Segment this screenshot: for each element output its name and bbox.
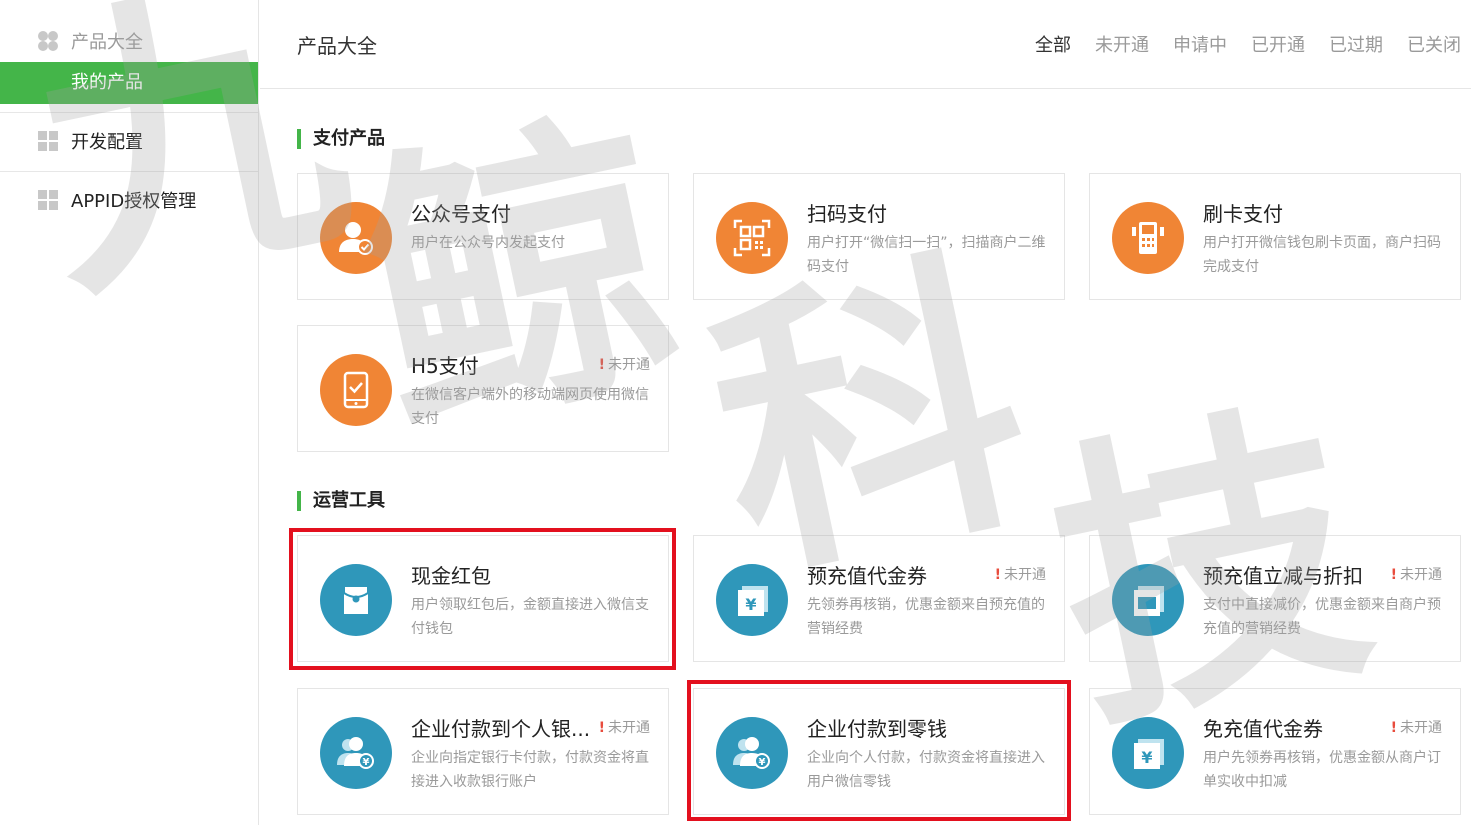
card-name: 刷卡支付 <box>1203 202 1283 226</box>
card-name: 公众号支付 <box>411 202 511 226</box>
tab-expired[interactable]: 已过期 <box>1329 31 1383 57</box>
card-desc: 用户打开“微信扫一扫”，扫描商户二维码支付 <box>807 235 1046 275</box>
tab-closed[interactable]: 已关闭 <box>1407 31 1461 57</box>
card-desc: 用户在公众号内发起支付 <box>411 235 565 251</box>
card-name: 预充值立减与折扣 <box>1203 564 1363 588</box>
pos-terminal-icon <box>1112 202 1184 274</box>
highlight-box <box>289 528 676 670</box>
card-name: 免充值代金券 <box>1203 717 1323 741</box>
card-desc: 支付中直接减价，优惠金额来自商户预充值的营销经费 <box>1203 597 1441 637</box>
card-name: H5支付 <box>411 354 479 378</box>
sidebar-item-label: 开发配置 <box>71 132 143 153</box>
page-title: 产品大全 <box>297 34 377 58</box>
discount-coupon-icon <box>1112 564 1184 636</box>
status-badge: ! 未开通 <box>1390 567 1442 583</box>
svg-text:¥: ¥ <box>363 757 370 768</box>
card-name: 扫码支付 <box>807 202 887 226</box>
status-badge: ! 未开通 <box>598 357 650 373</box>
card-desc: 用户打开微信钱包刷卡页面，商户扫码完成支付 <box>1203 235 1441 275</box>
status-badge: ! 未开通 <box>994 567 1046 583</box>
product-card-h5-pay[interactable]: H5支付 ! 未开通 在微信客户端外的移动端网页使用微信支付 <box>297 325 669 452</box>
mobile-check-icon <box>320 354 392 426</box>
svg-text:¥: ¥ <box>745 595 756 614</box>
users-yen-icon: ¥ <box>320 717 392 789</box>
card-desc: 企业向指定银行卡付款，付款资金将直接进入收款银行账户 <box>411 750 649 790</box>
sidebar-item-label: APPID授权管理 <box>71 191 197 212</box>
section-title-operations: 运营工具 <box>297 491 385 511</box>
coupon-yen-icon: ¥ <box>1112 717 1184 789</box>
sidebar-item-products[interactable]: 产品大全 <box>0 20 258 62</box>
svg-text:¥: ¥ <box>1141 748 1152 767</box>
card-name: 企业付款到个人银... <box>411 717 591 741</box>
card-desc: 用户先领券再核销，优惠金额从商户订单实收中扣减 <box>1203 750 1441 790</box>
header: 产品大全 全部 未开通 申请中 已开通 已过期 已关闭 <box>260 0 1471 89</box>
product-card-official-account-pay[interactable]: 公众号支付 用户在公众号内发起支付 <box>297 173 669 300</box>
tab-activated[interactable]: 已开通 <box>1251 31 1305 57</box>
card-desc: 在微信客户端外的移动端网页使用微信支付 <box>411 387 649 427</box>
qr-code-icon <box>716 202 788 274</box>
product-card-card-pay[interactable]: 刷卡支付 用户打开微信钱包刷卡页面，商户扫码完成支付 <box>1089 173 1461 300</box>
user-pay-icon <box>320 202 392 274</box>
product-card-enterprise-to-bank[interactable]: ¥ 企业付款到个人银... ! 未开通 企业向指定银行卡付款，付款资金将直接进入收… <box>297 688 669 815</box>
section-title-payment: 支付产品 <box>297 129 385 149</box>
coupon-yen-icon: ¥ <box>716 564 788 636</box>
sidebar-item-my-products[interactable]: 我的产品 <box>0 62 258 104</box>
warning-icon: ! <box>1390 720 1397 736</box>
tab-applying[interactable]: 申请中 <box>1173 31 1227 57</box>
warning-icon: ! <box>598 357 605 373</box>
sidebar-divider <box>0 171 258 172</box>
grid-icon <box>37 130 59 152</box>
sidebar: 产品大全 我的产品 开发配置 APPID授权管理 <box>0 0 259 825</box>
product-card-qr-pay[interactable]: 扫码支付 用户打开“微信扫一扫”，扫描商户二维码支付 <box>693 173 1065 300</box>
status-badge: ! 未开通 <box>1390 720 1442 736</box>
card-desc: 先领券再核销，优惠金额来自预充值的营销经费 <box>807 597 1045 637</box>
highlight-box <box>687 680 1071 821</box>
sidebar-divider <box>0 112 258 113</box>
warning-icon: ! <box>598 720 605 736</box>
grid-icon <box>37 189 59 211</box>
tab-all[interactable]: 全部 <box>1035 31 1071 57</box>
status-badge: ! 未开通 <box>598 720 650 736</box>
product-card-free-coupon[interactable]: ¥ 免充值代金券 ! 未开通 用户先领券再核销，优惠金额从商户订单实收中扣减 <box>1089 688 1461 815</box>
sidebar-item-label: 产品大全 <box>71 32 143 53</box>
product-card-prepaid-coupon[interactable]: ¥ 预充值代金券 ! 未开通 先领券再核销，优惠金额来自预充值的营销经费 <box>693 535 1065 662</box>
warning-icon: ! <box>1390 567 1397 583</box>
filter-tabs: 全部 未开通 申请中 已开通 已过期 已关闭 <box>1035 31 1461 57</box>
clover-icon <box>37 30 59 52</box>
tab-not-activated[interactable]: 未开通 <box>1095 31 1149 57</box>
sidebar-item-appid[interactable]: APPID授权管理 <box>0 179 258 221</box>
warning-icon: ! <box>994 567 1001 583</box>
card-name: 预充值代金券 <box>807 564 927 588</box>
product-card-prepaid-discount[interactable]: 预充值立减与折扣 ! 未开通 支付中直接减价，优惠金额来自商户预充值的营销经费 <box>1089 535 1461 662</box>
sidebar-item-dev-config[interactable]: 开发配置 <box>0 120 258 162</box>
